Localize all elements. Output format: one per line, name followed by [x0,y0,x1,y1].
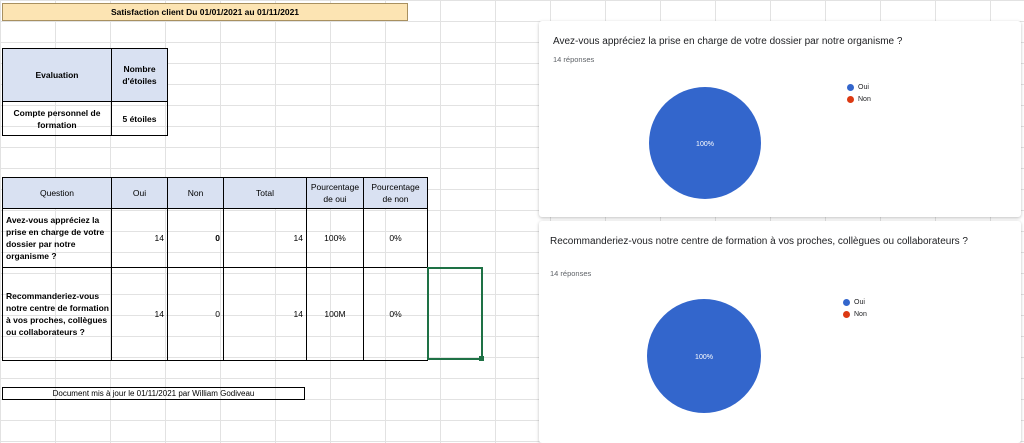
row1-oui[interactable]: 14 [111,208,168,268]
fill-handle[interactable] [479,356,484,361]
card2-question: Recommanderiez-vous notre centre de form… [550,236,968,247]
card1-legend-non[interactable]: Non [847,96,871,103]
legend-dot-non [843,311,850,318]
col-header-pct-non[interactable]: Pourcentage de non [363,177,428,209]
legend-dot-oui [847,84,854,91]
card2-legend-non[interactable]: Non [843,311,867,318]
legend-dot-oui [843,299,850,306]
row1-pct-oui[interactable]: 100% [306,208,364,268]
col-header-pct-oui[interactable]: Pourcentage de oui [306,177,364,209]
sheet-title[interactable]: Satisfaction client Du 01/01/2021 au 01/… [2,3,408,21]
eval-cell-stars[interactable]: 5 étoiles [111,101,168,136]
legend-label-non: Non [858,96,871,103]
card1-pie-chart: 100% [649,87,761,199]
row1-non[interactable]: 0 [167,208,224,268]
row1-total[interactable]: 14 [223,208,307,268]
legend-label-oui: Oui [858,84,869,91]
card1-question: Avez-vous appréciez la prise en charge d… [553,36,903,47]
row1-question[interactable]: Avez-vous appréciez la prise en charge d… [2,208,112,268]
form-summary-card-1: Avez-vous appréciez la prise en charge d… [539,21,1021,217]
col-header-non[interactable]: Non [167,177,224,209]
row2-total[interactable]: 14 [223,267,307,361]
legend-dot-non [847,96,854,103]
card2-response-count: 14 réponses [550,269,592,278]
form-summary-card-2: Recommanderiez-vous notre centre de form… [539,221,1021,443]
row2-non[interactable]: 0 [167,267,224,361]
row2-oui[interactable]: 14 [111,267,168,361]
card2-legend-oui[interactable]: Oui [843,299,865,306]
eval-cell-compte[interactable]: Compte personnel de formation [2,101,112,136]
card1-legend-oui[interactable]: Oui [847,84,869,91]
eval-header-evaluation[interactable]: Evaluation [2,48,112,102]
row2-pct-non[interactable]: 0% [363,267,428,361]
update-note[interactable]: Document mis à jour le 01/11/2021 par Wi… [2,387,305,400]
col-header-oui[interactable]: Oui [111,177,168,209]
card2-slice-label: 100% [695,354,713,361]
row1-pct-non[interactable]: 0% [363,208,428,268]
row2-question[interactable]: Recommanderiez-vous notre centre de form… [2,267,112,361]
row2-pct-oui[interactable]: 100M [306,267,364,361]
col-header-question[interactable]: Question [2,177,112,209]
legend-label-non: Non [854,311,867,318]
card1-response-count: 14 réponses [553,55,595,64]
legend-label-oui: Oui [854,299,865,306]
selected-cell[interactable] [427,267,484,361]
card1-slice-label: 100% [696,141,714,148]
eval-header-stars[interactable]: Nombre d'étoiles [111,48,168,102]
col-header-total[interactable]: Total [223,177,307,209]
card2-pie-chart: 100% [647,299,761,413]
